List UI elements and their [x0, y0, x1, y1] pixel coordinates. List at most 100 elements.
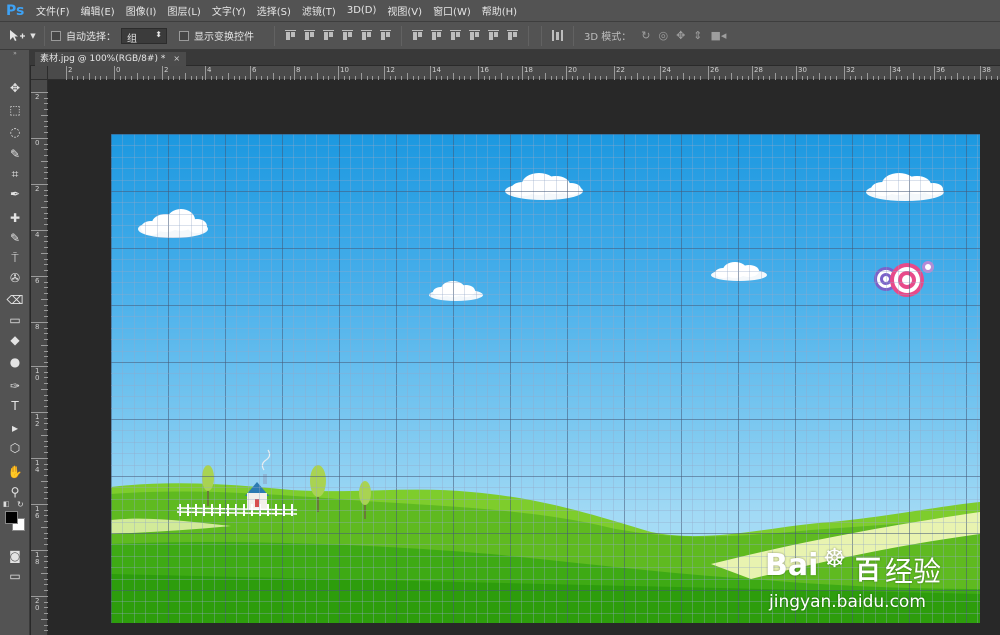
menu-filter[interactable]: 滤镜(T) [302, 3, 336, 18]
ruler-minor-tick [588, 73, 590, 80]
color-swatches[interactable]: ↻ ◧ [3, 500, 29, 532]
marquee-tool-icon[interactable]: ⬚ [0, 100, 30, 120]
ruler-tick [844, 66, 845, 80]
ruler-minor-tick [866, 73, 868, 80]
brush-tool-icon[interactable]: ✎ [0, 228, 30, 248]
ruler-tick [31, 366, 48, 367]
grid-line [373, 134, 375, 623]
distribute-right-icon[interactable] [506, 29, 519, 42]
align-left-icon[interactable] [341, 29, 354, 42]
tool-preset-dropdown-icon[interactable]: ▼ [28, 32, 38, 40]
swap-colors-icon[interactable]: ↻ [17, 500, 24, 509]
3d-mode-label: 3D 模式： [584, 32, 632, 43]
quick-select-tool-icon[interactable]: ✎ [0, 144, 30, 164]
ruler-minor-tick [818, 73, 820, 80]
ruler-origin[interactable] [31, 66, 48, 80]
grid-line [418, 134, 420, 623]
menu-select[interactable]: 选择(S) [257, 3, 291, 18]
grid-line [396, 134, 397, 623]
screen-mode-icon[interactable]: ▭ [0, 566, 30, 586]
history-brush-tool-icon[interactable]: ✇ [0, 268, 30, 288]
quick-mask-icon[interactable]: ◙ [0, 546, 30, 566]
grid-line [749, 134, 751, 623]
separator [541, 25, 542, 46]
grid-line [111, 191, 980, 192]
zoom-tool-icon[interactable]: ⚲ [0, 482, 30, 502]
shape-tool-icon[interactable]: ⬡ [0, 438, 30, 458]
grid-line [111, 270, 980, 272]
grid-line [122, 134, 124, 623]
ruler-label: 1 4 [35, 459, 40, 474]
auto-select-checkbox[interactable] [51, 30, 61, 41]
3d-slide-icon[interactable]: ⇕ [693, 29, 702, 42]
path-select-tool-icon[interactable]: ▸ [0, 418, 30, 438]
ruler-label: 22 [616, 66, 625, 74]
ruler-tick [708, 66, 709, 80]
auto-select-dropdown[interactable]: 组 ⬍ [121, 27, 167, 45]
vertical-ruler[interactable]: 2 0 2 4 6 8 1 0 1 2 1 4 1 6 1 8 2 0 [31, 80, 48, 635]
default-colors-icon[interactable]: ◧ [3, 500, 10, 508]
menu-image[interactable]: 图像(I) [126, 3, 157, 18]
align-hcenter-icon[interactable] [360, 29, 373, 42]
align-vcenter-icon[interactable] [303, 29, 316, 42]
distribute-top-icon[interactable] [411, 29, 424, 42]
align-right-icon[interactable] [379, 29, 392, 42]
document-tab[interactable]: 素材.jpg @ 100%(RGB/8#) * × [35, 52, 187, 66]
type-tool-icon[interactable]: T [0, 396, 30, 416]
ruler-minor-tick [41, 344, 48, 346]
ruler-tick [934, 66, 935, 80]
document-tab-bar: 素材.jpg @ 100%(RGB/8#) * × [30, 50, 1000, 66]
horizontal-ruler[interactable]: 2 0 2 4 6 8 10 12 14 16 18 20 22 24 26 28 30 32 34 36 38 [48, 66, 1000, 80]
grid-line [111, 487, 980, 489]
3d-rotate-icon[interactable]: ↻ [641, 29, 650, 42]
3d-roll-icon[interactable]: ◎ [658, 29, 668, 42]
gradient-tool-icon[interactable]: ▭ [0, 310, 30, 330]
close-icon[interactable]: × [173, 54, 180, 63]
show-transform-label: 显示变换控件 [194, 32, 254, 43]
distribute-left-icon[interactable] [468, 29, 481, 42]
ruler-minor-tick [41, 480, 48, 482]
menu-file[interactable]: 文件(F) [36, 3, 70, 18]
healing-tool-icon[interactable]: ✚ [0, 208, 30, 228]
ruler-label: 0 [35, 139, 40, 147]
menu-3d[interactable]: 3D(D) [347, 5, 377, 16]
ruler-minor-tick [956, 73, 958, 80]
blur-tool-icon[interactable]: ◆ [0, 330, 30, 350]
3d-scale-icon[interactable]: ■◂ [711, 29, 727, 42]
menu-view[interactable]: 视图(V) [387, 3, 422, 18]
ruler-tick [31, 322, 48, 323]
align-bottom-icon[interactable] [322, 29, 335, 42]
ruler-label: 2 [35, 185, 40, 193]
auto-select-label: 自动选择： [66, 32, 116, 43]
menu-window[interactable]: 窗口(W) [433, 3, 471, 18]
distribute-hcenter-icon[interactable] [487, 29, 500, 42]
clone-stamp-tool-icon[interactable]: ⍑ [0, 248, 30, 268]
auto-align-icon[interactable] [551, 29, 564, 42]
crop-tool-icon[interactable]: ⌗ [0, 164, 30, 184]
align-top-icon[interactable] [284, 29, 297, 42]
hand-tool-icon[interactable]: ✋ [0, 462, 30, 482]
menu-edit[interactable]: 编辑(E) [81, 3, 115, 18]
show-transform-checkbox[interactable] [179, 30, 189, 41]
lasso-tool-icon[interactable]: ◌ [0, 122, 30, 142]
menu-help[interactable]: 帮助(H) [482, 3, 517, 18]
grid-line [111, 134, 112, 623]
ruler-label: 8 [296, 66, 301, 74]
move-tool-icon[interactable]: ✥ [0, 78, 30, 98]
grid-line [498, 134, 500, 623]
ruler-tick [980, 66, 981, 80]
grid-line [270, 134, 272, 623]
collapse-icon[interactable]: » [0, 50, 30, 60]
distribute-vcenter-icon[interactable] [430, 29, 443, 42]
foreground-color[interactable] [5, 511, 18, 524]
3d-pan-icon[interactable]: ✥ [676, 29, 685, 42]
move-tool-icon[interactable] [6, 29, 28, 43]
menu-layer[interactable]: 图层(L) [167, 3, 200, 18]
menu-type[interactable]: 文字(Y) [212, 3, 246, 18]
grid-line [111, 156, 980, 158]
eyedropper-tool-icon[interactable]: ✒ [0, 184, 30, 204]
dodge-tool-icon[interactable]: ● [0, 352, 30, 372]
distribute-bottom-icon[interactable] [449, 29, 462, 42]
eraser-tool-icon[interactable]: ⌫ [0, 290, 30, 310]
pen-tool-icon[interactable]: ✑ [0, 376, 30, 396]
